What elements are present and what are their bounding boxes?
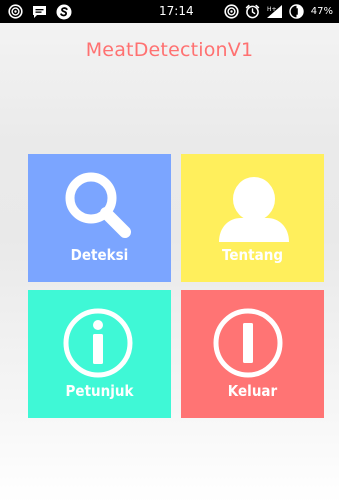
nfc-icon <box>8 4 23 19</box>
battery-percent: 47% <box>310 6 333 17</box>
app-title: MeatDetectionV1 <box>85 39 254 61</box>
signal-icon: H+ <box>266 5 282 18</box>
petunjuk-button[interactable]: Petunjuk <box>28 290 171 418</box>
status-bar-left <box>8 3 72 20</box>
keluar-button[interactable]: Keluar <box>181 290 324 418</box>
alarm-icon <box>245 4 259 19</box>
status-time: 17:14 <box>159 4 194 18</box>
app-screen: MeatDetectionV1 Deteksi Tentang Petunjuk <box>0 23 339 504</box>
svg-text:H+: H+ <box>267 6 277 13</box>
message-icon <box>33 5 46 18</box>
app-s-icon <box>56 4 72 19</box>
tentang-label: Tentang <box>221 246 284 264</box>
nfc-icon <box>224 4 239 19</box>
petunjuk-label: Petunjuk <box>65 382 134 400</box>
tentang-button[interactable]: Tentang <box>181 154 324 282</box>
battery-icon <box>289 4 304 19</box>
deteksi-label: Deteksi <box>70 246 129 264</box>
status-bar: 17:14 H+ 47% <box>0 0 339 23</box>
status-bar-right: H+ 47% <box>224 3 333 20</box>
keluar-label: Keluar <box>227 382 278 400</box>
deteksi-button[interactable]: Deteksi <box>28 154 171 282</box>
